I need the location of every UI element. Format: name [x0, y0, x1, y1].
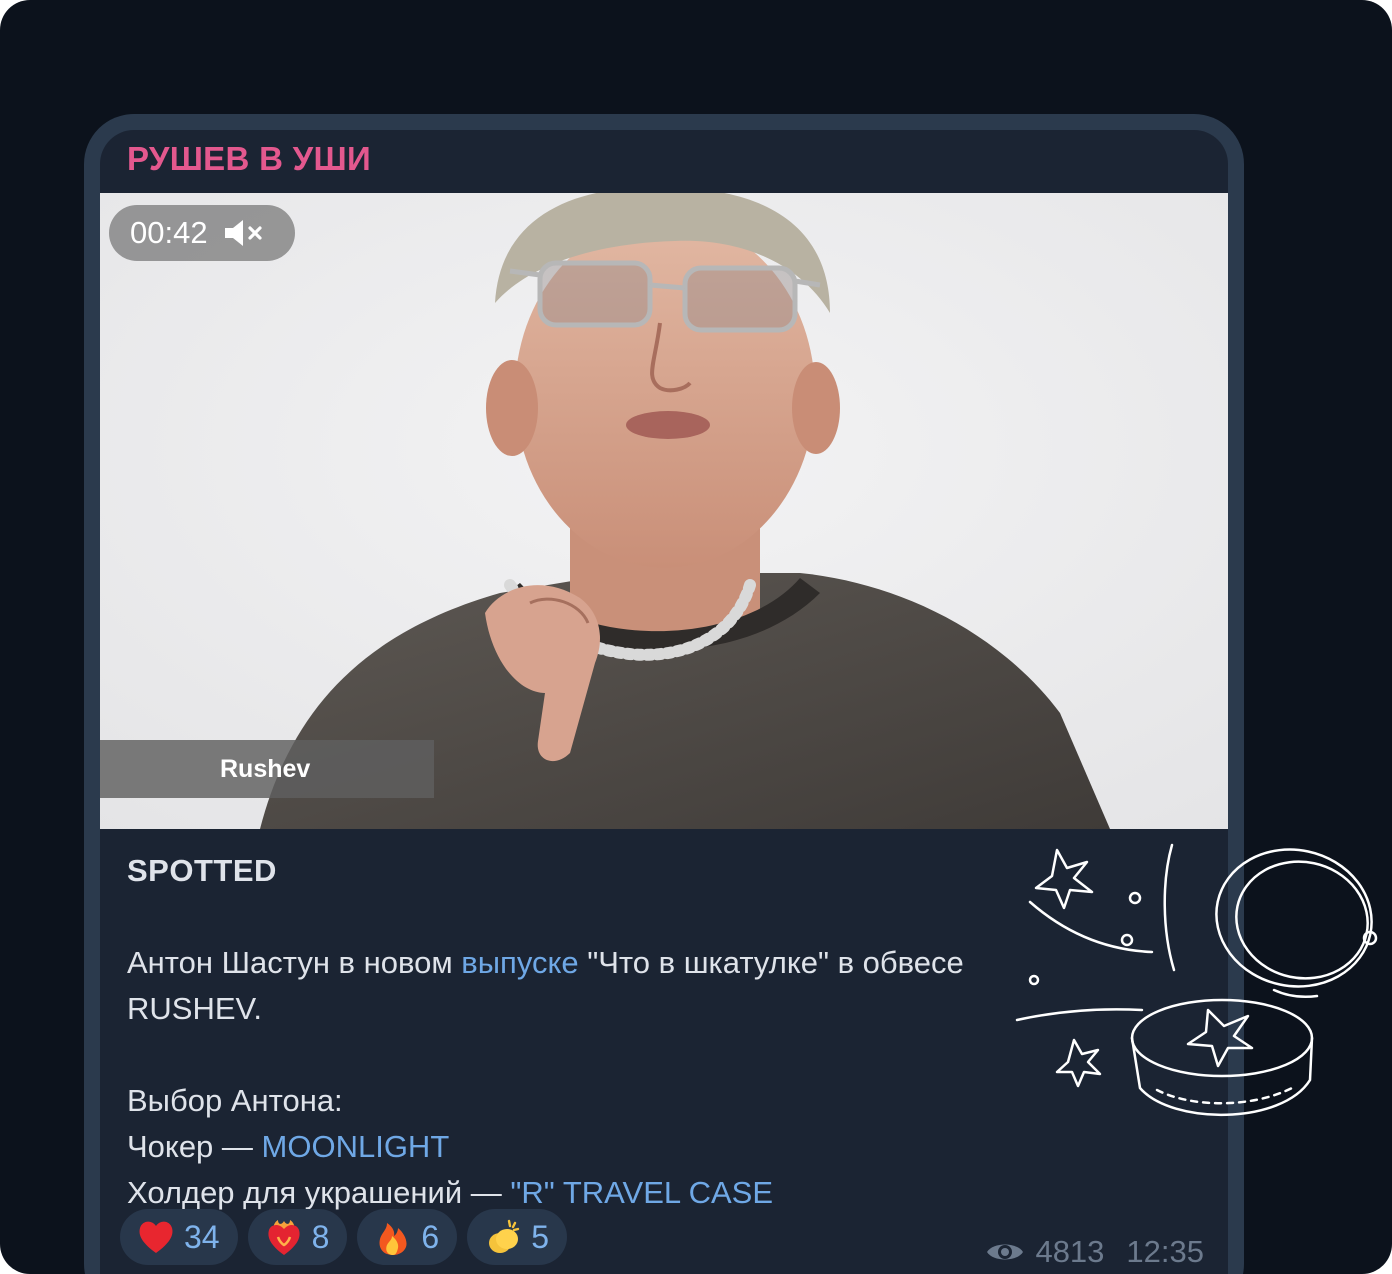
post-meta: 4813 12:35	[985, 1234, 1204, 1270]
clapping-hands-icon	[489, 1219, 520, 1253]
travel-case-link[interactable]: "R" TRAVEL CASE	[510, 1175, 773, 1210]
choice-heading: Выбор Антона:	[127, 1083, 343, 1118]
video-lower-third: Rushev	[100, 740, 434, 798]
heart-on-fire-icon	[268, 1220, 300, 1255]
reaction-clapping-hands[interactable]: 5	[467, 1209, 567, 1265]
post-time: 12:35	[1126, 1234, 1204, 1269]
page-background: РУШЕВ В УШИ 00:42 Rushev SPOTTED Антон Ш…	[0, 0, 1392, 1274]
moonlight-link[interactable]: MOONLIGHT	[262, 1129, 450, 1164]
reaction-red-heart[interactable]: 34	[120, 1209, 238, 1265]
video-duration-badge[interactable]: 00:42	[109, 205, 295, 261]
video-duration: 00:42	[130, 215, 208, 250]
channel-name[interactable]: РУШЕВ В УШИ	[127, 140, 371, 178]
video-player[interactable]: 00:42 Rushev	[100, 193, 1228, 829]
reaction-fire[interactable]: 6	[357, 1209, 458, 1265]
caption-line-2: RUSHEV.	[127, 991, 262, 1026]
video-frame-image	[100, 193, 1228, 829]
jewelry-box-doodle	[1015, 843, 1378, 1117]
episode-link[interactable]: выпуске	[461, 945, 578, 980]
fire-icon	[379, 1223, 407, 1255]
view-count: 4813	[1035, 1234, 1105, 1269]
speaker-muted-icon[interactable]	[223, 217, 267, 249]
eye-icon	[987, 1244, 1024, 1260]
caption-title: SPOTTED	[127, 853, 277, 888]
reaction-heart-on-fire[interactable]: 8	[247, 1209, 348, 1265]
red-heart-icon	[139, 1221, 173, 1253]
choice-item-choker: Чокер — MOONLIGHT	[127, 1129, 450, 1164]
caption-line-1: Антон Шастун в новом выпуске "Что в шкат…	[127, 945, 964, 980]
post-caption: SPOTTED Антон Шастун в новом выпуске "Чт…	[127, 848, 1127, 1216]
reactions-bar: 34 8 6 5	[120, 1209, 577, 1265]
